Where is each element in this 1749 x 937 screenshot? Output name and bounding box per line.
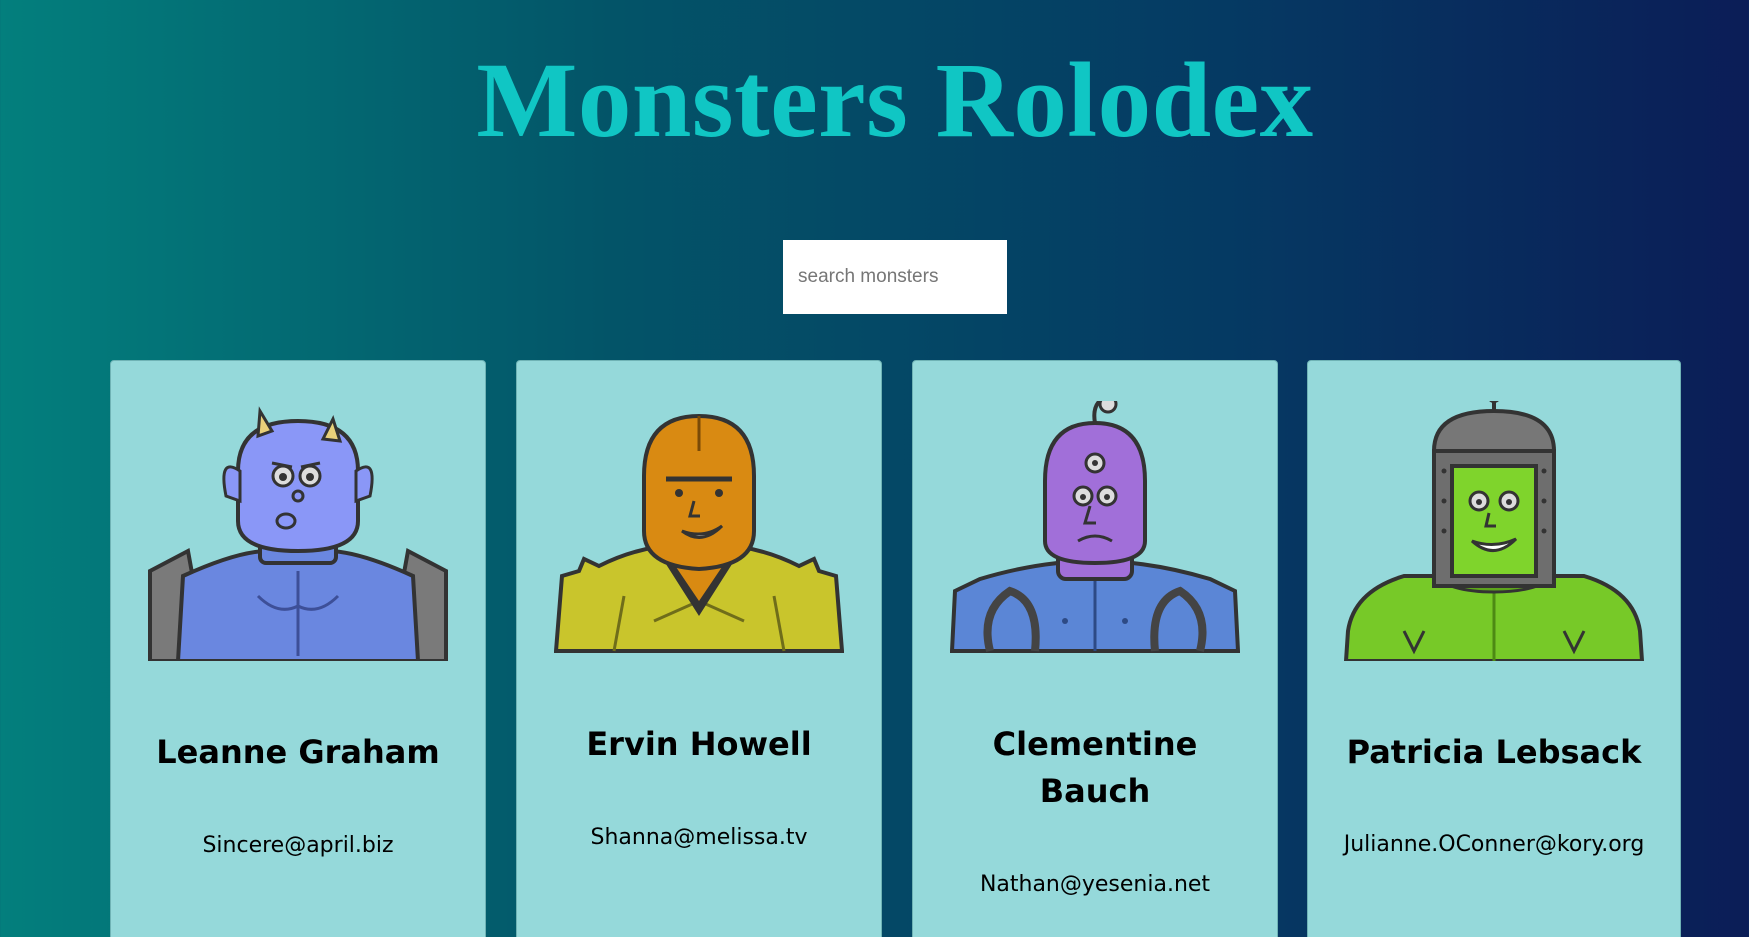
monster-email: Julianne.OConner@kory.org: [1343, 832, 1645, 857]
monster-card[interactable]: Ervin Howell Shanna@melissa.tv: [516, 360, 882, 937]
monster-email: Sincere@april.biz: [202, 833, 394, 858]
orange-masked-monster-icon: [554, 413, 844, 653]
monster-email: Nathan@yesenia.net: [979, 872, 1211, 897]
monster-name: Leanne Graham: [156, 733, 440, 771]
monster-avatar: [111, 401, 485, 661]
monster-card[interactable]: Clementine Bauch Nathan@yesenia.net: [912, 360, 1278, 937]
monster-card[interactable]: Patricia Lebsack Julianne.OConner@kory.o…: [1307, 360, 1681, 937]
page-title: Monsters Rolodex: [476, 42, 1314, 160]
monster-avatar: [517, 401, 881, 661]
monster-card[interactable]: Leanne Graham Sincere@april.biz: [110, 360, 486, 937]
monster-name: Patricia Lebsack: [1346, 733, 1642, 771]
purple-cyclops-monster-icon: [950, 401, 1240, 653]
monster-email: Shanna@melissa.tv: [590, 825, 808, 850]
monster-avatar: [913, 401, 1277, 661]
search-input[interactable]: [783, 240, 1007, 314]
monster-name: Clementine Bauch: [992, 725, 1198, 810]
green-helmet-monster-icon: [1344, 401, 1644, 661]
monster-name: Ervin Howell: [586, 725, 812, 763]
monster-avatar: [1308, 401, 1680, 661]
blue-horned-monster-icon: [148, 406, 448, 661]
